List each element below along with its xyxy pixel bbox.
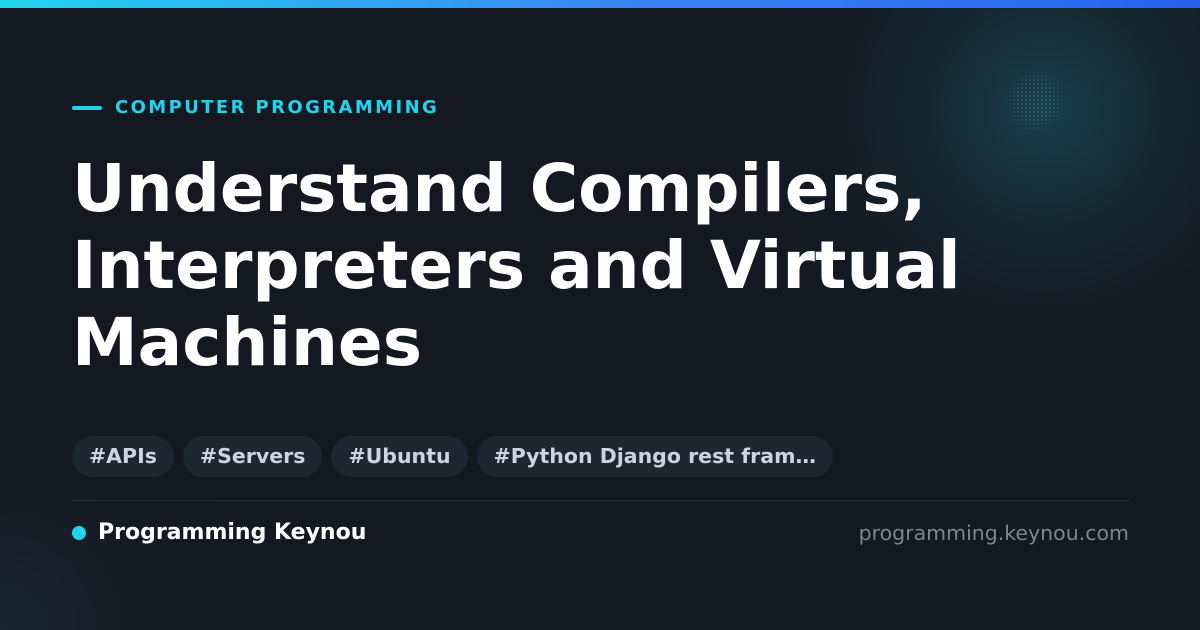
brand-name: Programming Keynou <box>98 520 367 545</box>
tag-apis[interactable]: #APIs <box>72 436 174 477</box>
category-label: COMPUTER PROGRAMMING <box>72 96 439 120</box>
top-accent-bar <box>0 0 1200 8</box>
site-domain: programming.keynou.com <box>858 521 1129 545</box>
brand: Programming Keynou <box>72 519 366 547</box>
brand-dot-icon <box>72 526 86 540</box>
dot-pattern-decoration <box>1004 70 1066 132</box>
tag-python-django[interactable]: #Python Django rest fram… <box>476 436 833 477</box>
page-title: Understand Compilers, Interpreters and V… <box>72 150 1132 381</box>
tag-ubuntu[interactable]: #Ubuntu <box>331 436 468 477</box>
tag-servers[interactable]: #Servers <box>182 436 323 477</box>
title-line: Interpreters and Virtual <box>72 227 961 304</box>
share-card: COMPUTER PROGRAMMING Understand Compiler… <box>0 0 1200 630</box>
category-dash-icon <box>72 106 102 110</box>
title-line: Understand Compilers, <box>72 150 927 227</box>
title-line: Machines <box>72 304 422 381</box>
footer-divider <box>72 500 1129 501</box>
tag-list: #APIs #Servers #Ubuntu #Python Django re… <box>72 436 842 477</box>
category-text: COMPUTER PROGRAMMING <box>115 97 440 118</box>
